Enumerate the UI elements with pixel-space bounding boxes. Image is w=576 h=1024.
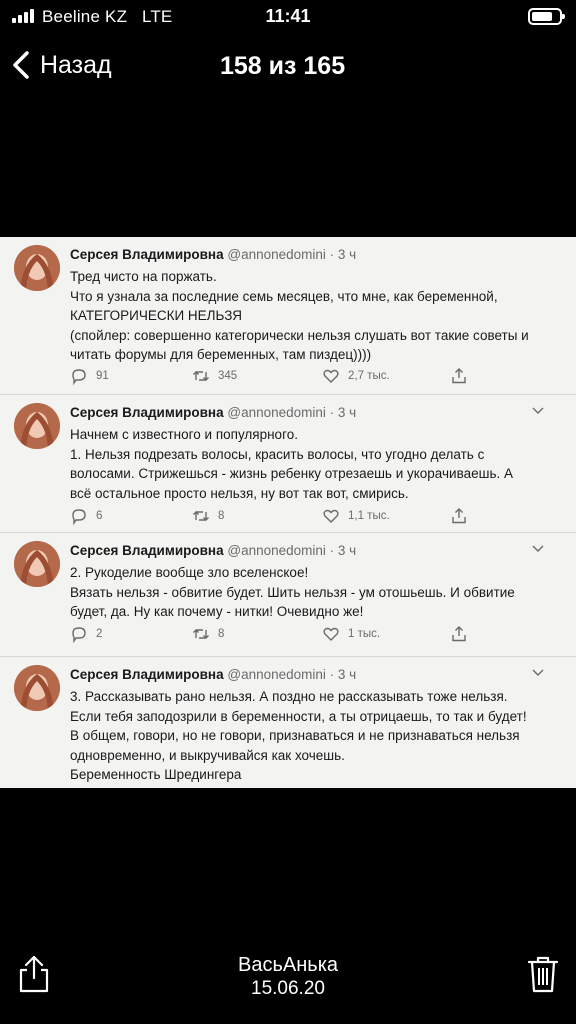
tweet-line: КАТЕГОРИЧЕСКИ НЕЛЬЗЯ — [70, 308, 242, 323]
tweet-line: всё остальное просто нельзя, ну вот так … — [70, 485, 409, 501]
status-bar: Beeline KZ LTE 11:41 — [0, 0, 576, 34]
retweet-action: 345 — [192, 367, 237, 385]
retweet-action: 8 — [192, 507, 224, 525]
author-name: Серсея Владимировна — [70, 667, 224, 682]
tweet-line: Начнем с известного и популярного. — [70, 427, 298, 442]
tweet-line: Тред чисто на поржать. — [70, 269, 217, 284]
like-action: 1 тыс. — [322, 625, 380, 643]
tweet-line: Беременность Шредингера — [70, 767, 242, 782]
tweet-text: Тред чисто на поржать. Что я узнала за п… — [70, 267, 540, 365]
reply-icon — [72, 627, 86, 643]
chevron-down-icon[interactable] — [532, 407, 544, 415]
share-action — [450, 625, 468, 643]
retweet-count: 345 — [218, 370, 238, 382]
retweet-count: 8 — [218, 510, 225, 522]
back-button[interactable]: Назад — [10, 50, 112, 80]
retweet-icon — [193, 629, 209, 639]
tweet-header: Серсея Владимировна @annonedomini · 3 ч — [70, 667, 356, 682]
tweet-text: 2. Рукоделие вообще зло вселенское! Вяза… — [70, 563, 540, 622]
chevron-left-icon — [13, 51, 29, 79]
share-icon — [452, 508, 466, 524]
tweet-actions: 6 8 1,1 тыс. — [70, 507, 540, 529]
nav-bar: Назад 158 из 165 — [0, 40, 576, 92]
battery-icon — [528, 8, 565, 25]
reply-count: 91 — [96, 370, 109, 382]
author-name: Серсея Владимировна — [70, 543, 224, 558]
chevron-down-icon[interactable] — [532, 669, 544, 677]
tweet-text: 3. Рассказывать рано нельзя. А поздно не… — [70, 687, 540, 785]
author-name: Серсея Владимировна — [70, 405, 224, 420]
tweet-line: В общем, говори, но не говори, признават… — [70, 728, 520, 743]
author-handle: @annonedomini · 3 ч — [227, 247, 357, 262]
tweet-line: Если тебя заподозрили в беременности, а … — [70, 708, 527, 724]
author-handle: @annonedomini · 3 ч — [227, 667, 357, 682]
heart-icon — [323, 509, 339, 523]
photo-counter: 158 из 165 — [220, 52, 346, 80]
photo-date: 15.06.20 — [251, 978, 325, 999]
retweet-icon — [193, 371, 209, 381]
like-action: 2,7 тыс. — [322, 367, 390, 385]
author-name: Серсея Владимировна — [70, 247, 224, 262]
tweet-header: Серсея Владимировна @annonedomini · 3 ч — [70, 405, 356, 420]
tweet: Серсея Владимировна @annonedomini · 3 ч … — [0, 657, 576, 788]
tweet-actions: 91 345 2,7 тыс. — [70, 367, 540, 389]
share-action — [450, 367, 468, 385]
tweet: Серсея Владимировна @annonedomini · 3 ч … — [0, 533, 576, 657]
retweet-count: 8 — [218, 628, 225, 640]
tweet-line: 3. Рассказывать рано нельзя. А поздно не… — [70, 689, 508, 704]
reply-action: 2 — [70, 625, 102, 643]
share-icon — [452, 626, 466, 642]
author-handle: @annonedomini · 3 ч — [227, 543, 357, 558]
avatar — [14, 403, 60, 449]
tweet: Серсея Владимировна @annonedomini · 3 ч … — [0, 237, 576, 395]
heart-icon — [323, 627, 339, 641]
status-time: 11:41 — [265, 6, 311, 26]
share-action — [450, 507, 468, 525]
tweet-line: волосами. Стрижешься - жизнь ребенку отр… — [70, 466, 514, 481]
author-handle: @annonedomini · 3 ч — [227, 405, 357, 420]
tweet-text: Начнем с известного и популярного. 1. Не… — [70, 425, 540, 503]
like-count: 2,7 тыс. — [348, 370, 390, 382]
reply-action: 6 — [70, 507, 102, 525]
share-icon — [452, 368, 466, 384]
like-count: 1,1 тыс. — [348, 510, 390, 522]
avatar — [14, 245, 60, 291]
reply-icon — [72, 369, 86, 385]
bottom-toolbar: ВасьАнька 15.06.20 — [0, 954, 576, 1024]
avatar — [14, 541, 60, 587]
tweet-header: Серсея Владимировна @annonedomini · 3 ч — [70, 247, 356, 262]
retweet-action: 8 — [192, 625, 224, 643]
reply-icon — [72, 509, 86, 525]
tweet-line: читать форумы для беременных, там пиздец… — [70, 347, 372, 362]
avatar — [14, 665, 60, 711]
tweet: Серсея Владимировна @annonedomini · 3 ч … — [0, 395, 576, 533]
tweet-header: Серсея Владимировна @annonedomini · 3 ч — [70, 543, 356, 558]
tweet-actions: 2 8 1 тыс. — [70, 625, 540, 647]
back-label: Назад — [40, 50, 112, 79]
photo-content[interactable]: Серсея Владимировна @annonedomini · 3 ч … — [0, 237, 576, 788]
reply-action: 91 — [70, 367, 109, 385]
like-count: 1 тыс. — [348, 628, 381, 640]
like-action: 1,1 тыс. — [322, 507, 390, 525]
tweet-line: 2. Рукоделие вообще зло вселенское! — [70, 565, 309, 580]
heart-icon — [323, 369, 339, 383]
tweet-line: Вязать нельзя - обвитие будет. Шить нель… — [70, 584, 515, 600]
reply-count: 6 — [96, 510, 103, 522]
trash-icon[interactable] — [526, 954, 560, 994]
tweet-line: одновременно, и выкручивайся как хочешь. — [70, 747, 345, 763]
tweet-line: Что я узнала за последние семь месяцев, … — [70, 288, 498, 304]
photo-author: ВасьАнька — [238, 954, 338, 976]
tweet-line: будет, да. Ну как почему - нитки! Очевид… — [70, 604, 364, 619]
reply-count: 2 — [96, 628, 103, 640]
retweet-icon — [193, 511, 209, 521]
tweet-line: (спойлер: совершенно категорически нельз… — [70, 327, 529, 343]
tweet-line: 1. Нельзя подрезать волосы, красить воло… — [70, 446, 485, 462]
chevron-down-icon[interactable] — [532, 545, 544, 553]
